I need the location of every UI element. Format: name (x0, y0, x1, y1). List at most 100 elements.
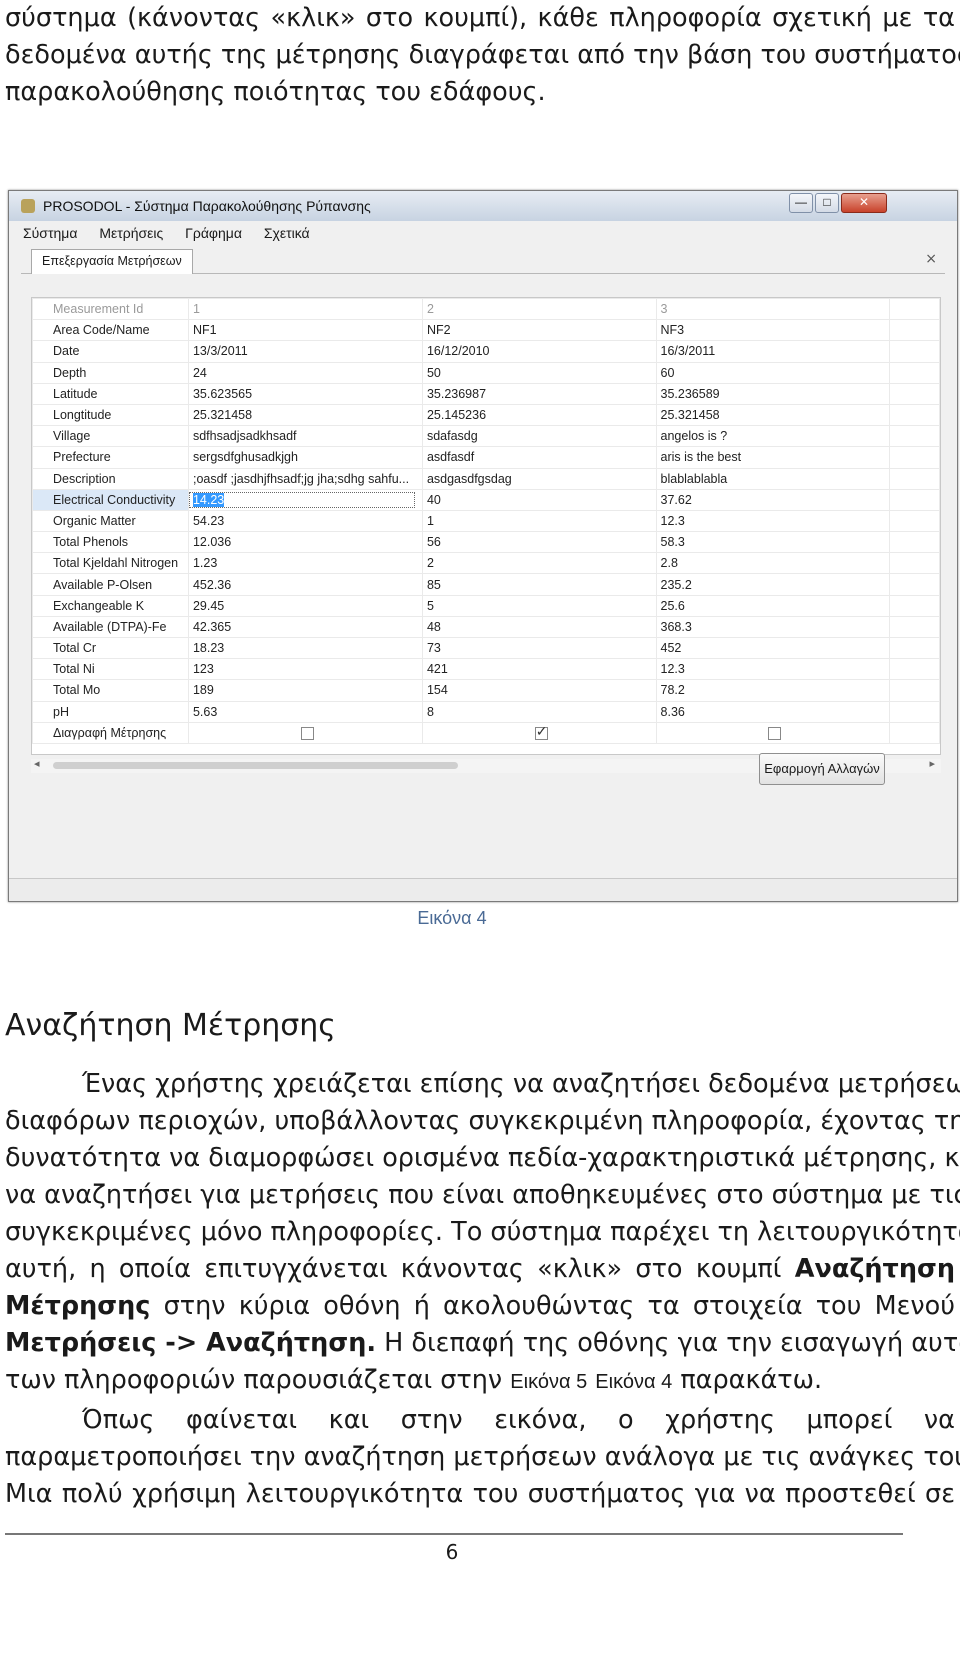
grid-empty-cell (889, 467, 940, 490)
text-run: αυτή, η οποία επιτυγχάνεται κάνοντας «κλ… (5, 1254, 782, 1284)
grid-cell[interactable]: 35.623565 (187, 382, 423, 405)
menu-system[interactable]: Σύστημα (21, 223, 79, 243)
grid-cell[interactable]: 12.3 (655, 509, 891, 533)
grid-cell[interactable]: 8 (421, 700, 657, 723)
grid-cell[interactable]: 421 (421, 658, 657, 681)
scroll-right-icon[interactable]: ▸ (929, 757, 935, 770)
grid-cell[interactable]: 48 (421, 615, 657, 639)
text-line: Μια πολύ χρήσιμη λειτουργικότητα του συσ… (5, 1479, 955, 1509)
grid-cell[interactable]: 37.62 (655, 488, 891, 511)
grid-cell[interactable]: NF2 (421, 319, 657, 342)
apply-changes-button[interactable]: Εφαρμογή Αλλαγών (759, 753, 885, 785)
grid-cell[interactable]: 25.321458 (187, 403, 423, 427)
grid-cell[interactable]: 29.45 (187, 594, 423, 617)
grid-cell[interactable]: 85 (421, 573, 657, 596)
scroll-left-icon[interactable]: ◂ (34, 757, 40, 770)
close-tab-icon[interactable]: × (925, 251, 937, 267)
grid-cell[interactable]: 452 (655, 636, 891, 660)
grid-cell[interactable]: aris is the best (655, 446, 891, 469)
scrollbar-thumb[interactable] (53, 762, 458, 769)
grid-empty-cell (889, 573, 940, 596)
grid-cell[interactable]: 2 (421, 552, 657, 575)
menu-about[interactable]: Σχετικά (262, 223, 312, 243)
checkbox[interactable] (768, 726, 782, 740)
grid-row-label: Total Ni (32, 658, 189, 681)
menu-measurements[interactable]: Μετρήσεις (97, 223, 165, 243)
grid-cell[interactable]: 56 (421, 531, 657, 554)
grid-cell[interactable]: 1.23 (187, 552, 423, 575)
grid-cell[interactable]: 368.3 (655, 615, 891, 639)
body-paragraph: Όπως φαίνεται και στην εικόνα, ο χρήστης… (5, 1402, 960, 1513)
grid-row-label: pH (32, 700, 189, 723)
grid-cell[interactable]: asdgasdfgsdag (421, 467, 657, 490)
grid-cell[interactable]: 50 (421, 361, 657, 384)
grid-cell[interactable]: 123 (187, 658, 423, 681)
section-heading: Αναζήτηση Μέτρησης (5, 1008, 336, 1043)
cell-editor[interactable]: 14.23 (189, 491, 415, 508)
grid-cell[interactable]: 73 (421, 636, 657, 660)
grid-cell[interactable]: 42.365 (187, 615, 423, 639)
grid-row: Total Phenols 12.036 56 58.3 (32, 531, 940, 554)
grid-cell[interactable]: 235.2 (655, 573, 891, 596)
grid-cell[interactable]: 12.036 (187, 531, 423, 554)
grid-cell[interactable]: 3 (655, 297, 891, 321)
page-number: 6 (445, 1540, 459, 1564)
menu-bar: Σύστημα Μετρήσεις Γράφημα Σχετικά (21, 223, 326, 247)
grid-cell[interactable]: 16/12/2010 (421, 340, 657, 363)
grid-cell[interactable]: 24 (187, 361, 423, 384)
text-line: των πληροφοριών παρουσιάζεται στην Εικόν… (5, 1362, 955, 1401)
grid-row-label: Organic Matter (32, 509, 189, 533)
grid-cell-editing[interactable]: 14.23 (187, 488, 423, 511)
grid-cell[interactable]: 78.2 (655, 679, 891, 702)
grid-cell[interactable]: asdfasdf (421, 446, 657, 469)
grid-cell[interactable]: 5.63 (187, 700, 423, 723)
grid-cell[interactable]: 35.236987 (421, 382, 657, 405)
text-line: δεδομένα αυτής της μέτρησης διαγράφεται … (5, 40, 960, 70)
maximize-button[interactable]: □ (815, 193, 839, 213)
grid-cell[interactable]: NF3 (655, 319, 891, 342)
figure-reference[interactable]: Εικόνα 5 (510, 1371, 587, 1393)
grid-cell[interactable]: ;oasdf ;jasdhjfhsadf;jg jha;sdhg sahfu..… (187, 467, 423, 490)
grid-cell[interactable]: 25.145236 (421, 403, 657, 427)
checkbox-checked[interactable] (534, 723, 548, 740)
grid-cell[interactable]: 452.36 (187, 573, 423, 596)
grid-empty-cell (889, 615, 940, 639)
close-button[interactable]: ✕ (841, 193, 887, 213)
grid-cell (655, 721, 891, 744)
grid-cell[interactable]: 40 (421, 488, 657, 511)
grid-cell[interactable]: 13/3/2011 (187, 340, 423, 363)
grid-cell[interactable]: sdafasdg (421, 425, 657, 448)
grid-empty-cell (889, 531, 940, 554)
grid-cell[interactable]: 58.3 (655, 531, 891, 554)
grid-cell[interactable]: 1 (421, 509, 657, 533)
menu-chart[interactable]: Γράφημα (183, 223, 244, 243)
grid-cell[interactable]: 5 (421, 594, 657, 617)
tab-edit-measurements[interactable]: Επεξεργασία Μετρήσεων (31, 249, 193, 274)
grid-cell[interactable]: 54.23 (187, 509, 423, 533)
figure-reference[interactable]: Εικόνα 4 (595, 1371, 672, 1393)
grid-cell[interactable]: 2 (421, 297, 657, 321)
text-run: των πληροφοριών παρουσιάζεται στην (5, 1365, 503, 1395)
grid-cell[interactable]: sergsdfghusadkjgh (187, 446, 423, 469)
grid-cell[interactable]: NF1 (187, 319, 423, 342)
grid-cell[interactable]: 60 (655, 361, 891, 384)
grid-cell[interactable]: 35.236589 (655, 382, 891, 405)
grid-cell[interactable]: 8.36 (655, 700, 891, 723)
grid-cell[interactable]: 1 (187, 297, 423, 321)
minimize-button[interactable]: — (789, 193, 813, 213)
grid-cell[interactable]: blablablabla (655, 467, 891, 490)
grid-cell[interactable]: 2.8 (655, 552, 891, 575)
grid-empty-cell (889, 340, 940, 363)
grid-cell[interactable]: 12.3 (655, 658, 891, 681)
grid-cell[interactable]: 25.6 (655, 594, 891, 617)
checkbox[interactable] (300, 726, 314, 740)
grid-cell[interactable]: 16/3/2011 (655, 340, 891, 363)
grid-cell[interactable]: angelos is ? (655, 425, 891, 448)
grid-cell[interactable]: 18.23 (187, 636, 423, 660)
grid-cell[interactable]: 189 (187, 679, 423, 702)
grid-cell[interactable]: 154 (421, 679, 657, 702)
grid-cell[interactable]: 25.321458 (655, 403, 891, 427)
grid-row: Electrical Conductivity 14.23 40 37.62 (32, 488, 940, 511)
grid-cell[interactable]: sdfhsadjsadkhsadf (187, 425, 423, 448)
grid-empty-cell (889, 361, 940, 384)
